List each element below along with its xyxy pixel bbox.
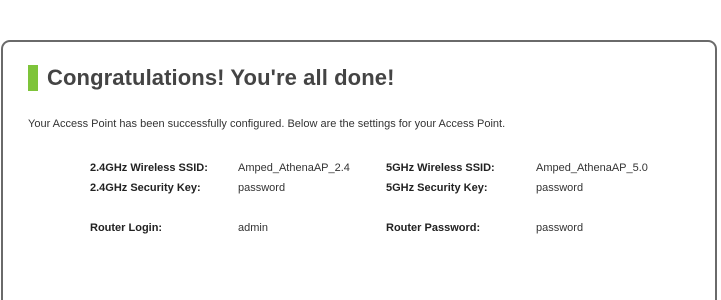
key-5-label: 5GHz Security Key: (386, 182, 488, 194)
router-password-value: password (536, 222, 584, 234)
key-24-value: password (238, 182, 286, 194)
ssid-5-label: 5GHz Wireless SSID: (386, 162, 495, 174)
ssid-24-value: Amped_AthenaAP_2.4 (238, 162, 350, 174)
ssid-5-value: Amped_AthenaAP_5.0 (536, 162, 648, 174)
page-title: Congratulations! You're all done! (47, 65, 395, 90)
router-login-label: Router Login: (90, 222, 163, 234)
title-row: Congratulations! You're all done! (28, 64, 395, 92)
completion-panel: Congratulations! You're all done! Your A… (1, 40, 717, 300)
router-password-label: Router Password: (386, 222, 481, 234)
ssid-24-label: 2.4GHz Wireless SSID: (90, 162, 208, 174)
title-accent-bar (28, 65, 38, 91)
router-login-value: admin (238, 222, 268, 234)
key-5-value: password (536, 182, 584, 194)
key-24-label: 2.4GHz Security Key: (90, 182, 201, 194)
intro-text: Your Access Point has been successfully … (28, 118, 506, 130)
